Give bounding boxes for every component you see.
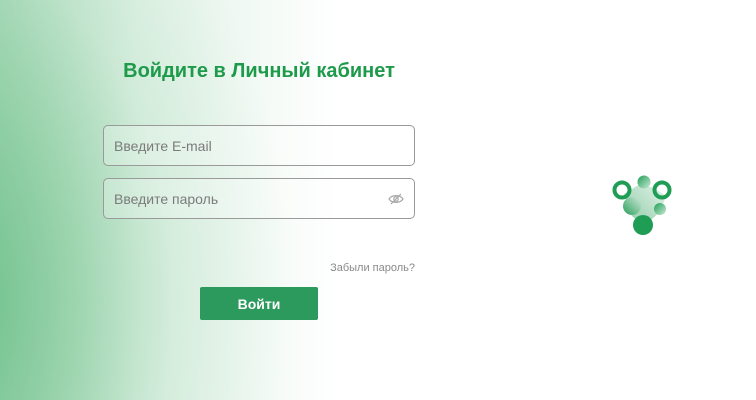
email-field[interactable]	[103, 125, 415, 166]
eye-hidden-icon[interactable]	[388, 193, 404, 205]
password-field[interactable]	[103, 178, 415, 219]
forgot-password-link[interactable]: Забыли пароль?	[330, 262, 415, 274]
login-button[interactable]: Войти	[200, 287, 318, 320]
login-form: Войдите в Личный кабинет Забыли пароль? …	[103, 0, 415, 400]
email-input[interactable]	[114, 137, 404, 154]
password-input[interactable]	[114, 190, 382, 207]
molecule-logo-icon	[612, 175, 672, 235]
page-title: Войдите в Личный кабинет	[123, 60, 395, 82]
